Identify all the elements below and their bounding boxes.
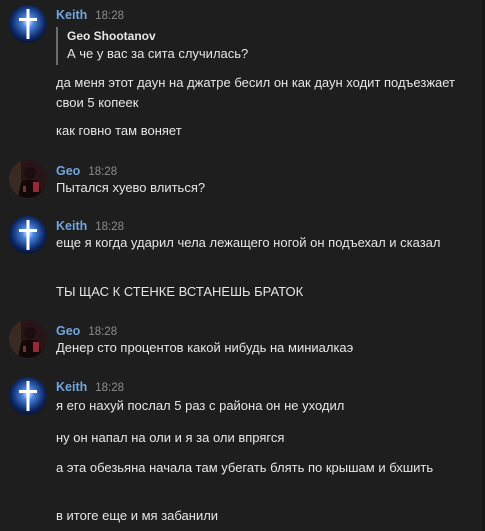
message-text: как говно там воняет [56, 123, 182, 138]
avatar[interactable] [9, 5, 47, 43]
message-text: а эта обезьяна начала там убегать блять … [56, 460, 434, 475]
glowing-cross-icon [9, 5, 47, 43]
message-text: я его нахуй послал 5 раз с района он не … [56, 398, 345, 413]
timestamp: 18:28 [95, 382, 125, 394]
timestamp: 18:28 [95, 10, 125, 22]
quote-text: А че у вас за сита случилась? [67, 46, 249, 61]
avatar[interactable] [9, 377, 47, 415]
message-text: еще я когда ударил чела лежащего ногой о… [56, 235, 441, 250]
author-name[interactable]: Keith [56, 380, 87, 394]
author-name[interactable]: Keith [56, 8, 87, 22]
dark-figure-avatar-icon [9, 160, 47, 198]
glowing-cross-icon [9, 216, 47, 254]
dark-figure-avatar-icon [9, 320, 47, 358]
avatar[interactable] [9, 216, 47, 254]
chat-history: Keith 18:28 Geo Shootanov А че у вас за … [0, 0, 485, 531]
message-text: в итоге еще и мя забанили [56, 508, 219, 523]
avatar[interactable] [9, 160, 47, 198]
message-text: ТЫ ЩАС К СТЕНКЕ ВСТАНЕШЬ БРАТОК [56, 284, 304, 299]
author-name[interactable]: Geo [56, 324, 80, 338]
author-name[interactable]: Geo [56, 164, 80, 178]
glowing-cross-icon [9, 377, 47, 415]
timestamp: 18:28 [88, 166, 118, 178]
message-text: да меня этот даун на джатре бесил он как… [56, 75, 456, 110]
quote-author: Geo Shootanov [67, 29, 156, 43]
message-text: Денер сто процентов какой нибудь на мини… [56, 340, 354, 355]
message-text: ну он напал на оли и я за оли впрягся [56, 430, 285, 445]
timestamp: 18:28 [95, 221, 125, 233]
avatar[interactable] [9, 320, 47, 358]
author-name[interactable]: Keith [56, 219, 87, 233]
timestamp: 18:28 [88, 326, 118, 338]
reply-quote[interactable]: Geo Shootanov А че у вас за сита случила… [56, 27, 248, 65]
message-text: Пытался хуево влиться? [56, 180, 206, 195]
